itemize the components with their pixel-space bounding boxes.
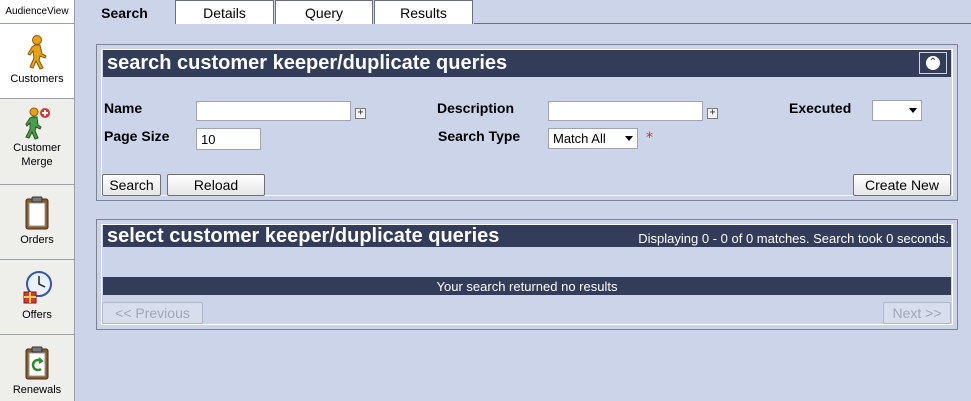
required-marker: * <box>646 130 653 146</box>
brand-logo: AudienceView <box>0 0 74 24</box>
search-type-label: Search Type <box>438 128 521 144</box>
search-button[interactable]: Search <box>102 174 161 196</box>
name-label: Name <box>104 100 143 116</box>
chevron-down-icon <box>625 136 633 141</box>
description-input[interactable] <box>548 101 703 121</box>
previous-button[interactable]: << Previous <box>102 302 203 324</box>
search-panel: search customer keeper/duplicate queries… <box>96 44 958 201</box>
clipboard-icon <box>25 196 49 230</box>
search-type-select-value: Match All <box>553 131 606 146</box>
results-panel: select customer keeper/duplicate queries… <box>96 219 958 330</box>
results-panel-title: select customer keeper/duplicate queries <box>107 224 500 247</box>
customer-merge-icon <box>25 107 50 140</box>
sidebar-item-orders[interactable]: Orders <box>0 185 74 260</box>
sidebar-item-offers[interactable]: Offers <box>0 260 74 335</box>
page-size-input[interactable] <box>196 128 261 150</box>
tab-details[interactable]: Details <box>175 0 274 24</box>
create-new-button[interactable]: Create New <box>853 174 951 196</box>
tab-search[interactable]: Search <box>75 0 174 24</box>
search-type-select[interactable]: Match All <box>548 128 638 149</box>
collapse-button[interactable]: ⌃ <box>919 52 947 74</box>
sidebar-item-label: Customer Merge <box>13 142 61 168</box>
description-add-icon[interactable]: + <box>707 108 718 119</box>
next-button[interactable]: Next >> <box>883 302 951 324</box>
person-walking-icon <box>27 35 47 70</box>
no-results-message: Your search returned no results <box>103 277 951 295</box>
chevron-down-icon <box>909 108 917 113</box>
collapse-up-icon: ⌃ <box>926 56 940 70</box>
sidebar-item-label: Renewals <box>12 384 62 396</box>
sidebar-item-customer-merge[interactable]: Customer Merge <box>0 99 74 185</box>
sidebar-item-customers[interactable]: Customers <box>0 24 74 99</box>
search-panel-title: search customer keeper/duplicate queries <box>107 52 508 74</box>
sidebar-item-renewals[interactable]: Renewals <box>0 335 74 401</box>
results-status: Displaying 0 - 0 of 0 matches. Search to… <box>638 231 949 246</box>
tab-bar: Search Details Query Results <box>75 0 474 24</box>
sidebar-item-label: Orders <box>20 234 54 246</box>
search-panel-header: search customer keeper/duplicate queries… <box>103 50 951 77</box>
sidebar: AudienceView Customers Customer Merge Or… <box>0 0 75 401</box>
sidebar-item-label: Offers <box>22 309 52 321</box>
tab-bar-divider <box>474 23 971 24</box>
clock-gift-icon <box>23 271 52 304</box>
executed-label: Executed <box>789 100 852 116</box>
page-size-label: Page Size <box>104 128 170 144</box>
description-label: Description <box>437 100 515 116</box>
renewal-clipboard-icon <box>25 346 49 380</box>
reload-button[interactable]: Reload <box>167 174 265 196</box>
tab-results[interactable]: Results <box>374 0 473 24</box>
name-input[interactable] <box>196 101 351 121</box>
name-add-icon[interactable]: + <box>355 108 366 119</box>
sidebar-item-label: Customers <box>10 73 64 85</box>
executed-select[interactable] <box>872 100 922 121</box>
tab-query[interactable]: Query <box>275 0 373 24</box>
